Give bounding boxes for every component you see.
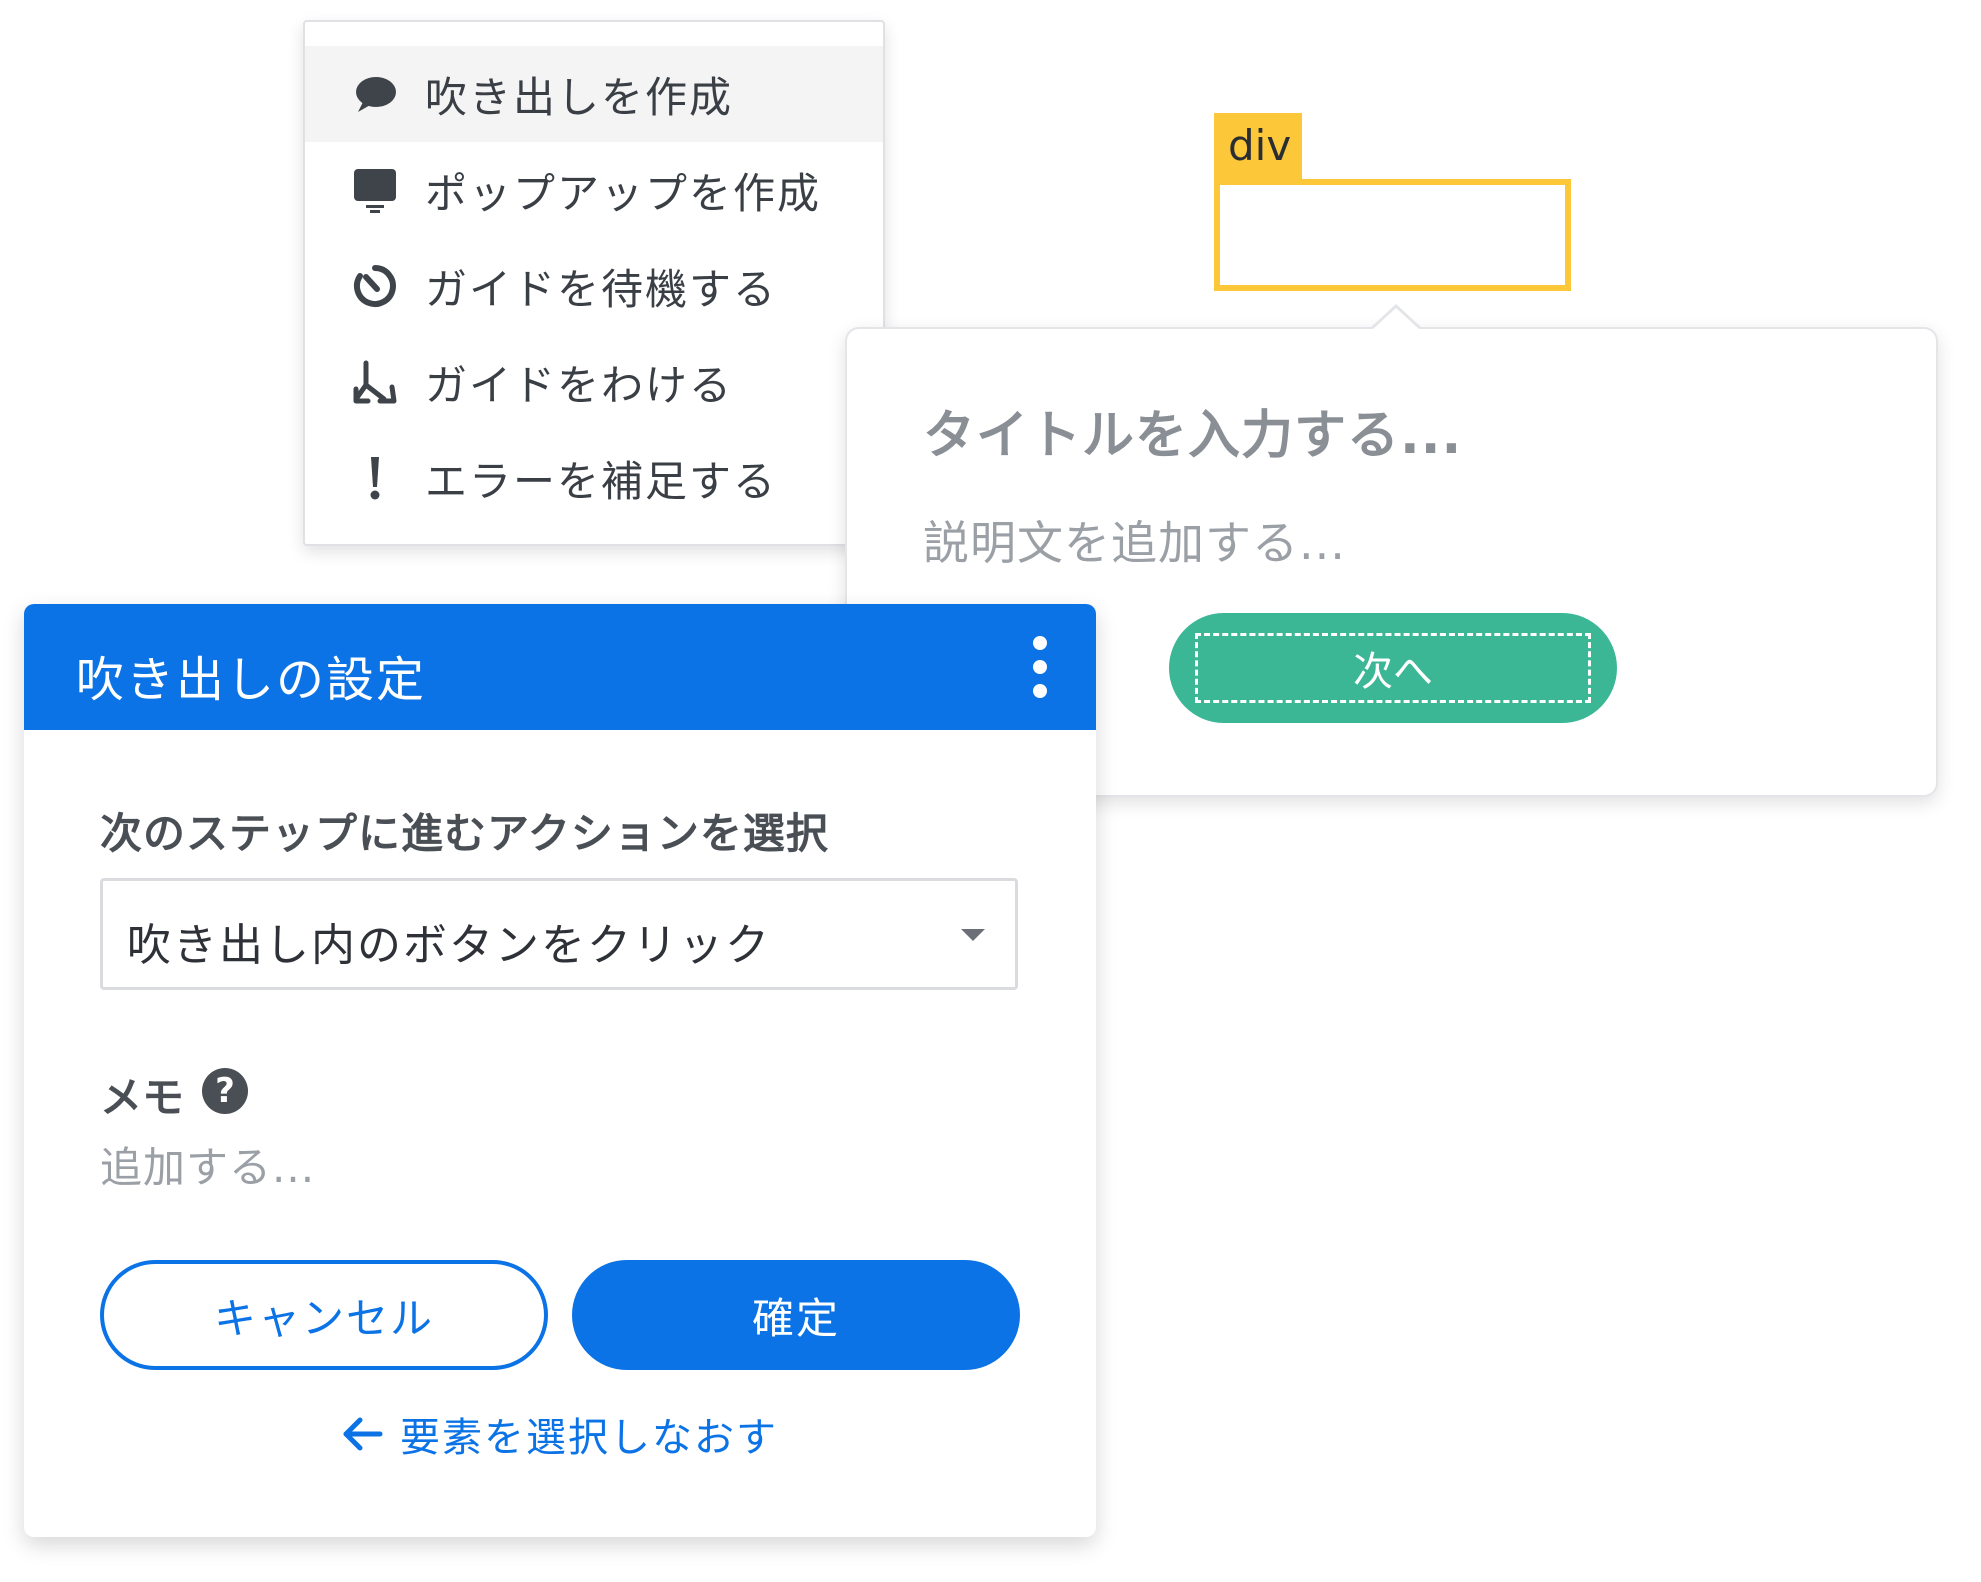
next-button-label: 次へ xyxy=(1353,649,1433,695)
context-menu: 吹き出しを作成 ポップアップを作成 ガイドを待機する ガイドをわける エラーを補… xyxy=(303,20,885,546)
tooltip-title-input[interactable]: タイトルを入力する... xyxy=(923,393,1462,468)
cancel-button[interactable]: キャンセル xyxy=(100,1260,548,1370)
panel-header: 吹き出しの設定 xyxy=(24,604,1096,730)
arrow-left-icon xyxy=(343,1417,383,1451)
help-icon[interactable]: ? xyxy=(202,1068,248,1114)
menu-item-label: ポップアップを作成 xyxy=(425,168,822,218)
menu-item-create-popup[interactable]: ポップアップを作成 xyxy=(305,142,883,238)
memo-label: メモ xyxy=(100,1073,185,1122)
panel-title: 吹き出しの設定 xyxy=(76,652,427,708)
menu-item-wait-guide[interactable]: ガイドを待機する xyxy=(305,238,883,334)
kebab-dot xyxy=(1033,636,1047,650)
menu-item-create-tooltip[interactable]: 吹き出しを作成 xyxy=(305,46,883,142)
action-select-value: 吹き出し内のボタンをクリック xyxy=(127,920,771,971)
tooltip-pointer-fill xyxy=(1372,308,1420,330)
tooltip-settings-panel: 吹き出しの設定 次のステップに進むアクションを選択 吹き出し内のボタンをクリック… xyxy=(24,604,1096,1537)
menu-item-label: 吹き出しを作成 xyxy=(425,72,734,122)
monitor-icon xyxy=(351,166,399,214)
reselect-element-link[interactable]: 要素を選択しなおす xyxy=(338,1404,778,1464)
split-arrows-icon xyxy=(351,358,399,406)
kebab-dot xyxy=(1033,684,1047,698)
more-options-icon[interactable] xyxy=(1028,634,1052,700)
speech-bubble-icon xyxy=(351,70,399,118)
menu-item-label: エラーを補足する xyxy=(425,456,778,506)
menu-item-split-guide[interactable]: ガイドをわける xyxy=(305,334,883,430)
exclamation-icon xyxy=(351,454,399,502)
memo-input[interactable]: 追加する... xyxy=(100,1134,315,1195)
confirm-button[interactable]: 確定 xyxy=(572,1260,1020,1370)
menu-item-label: ガイドをわける xyxy=(425,360,734,410)
reselect-element-label: 要素を選択しなおす xyxy=(400,1415,778,1461)
caret-down-icon xyxy=(961,929,985,941)
menu-item-capture-error[interactable]: エラーを補足する xyxy=(305,430,883,526)
kebab-dot xyxy=(1033,660,1047,674)
element-tag-label: div xyxy=(1214,113,1302,179)
action-section-label: 次のステップに進むアクションを選択 xyxy=(100,809,829,858)
next-button[interactable]: 次へ xyxy=(1169,613,1617,723)
menu-item-label: ガイドを待機する xyxy=(425,264,778,314)
target-element-highlight[interactable] xyxy=(1214,179,1571,291)
tooltip-description-input[interactable]: 説明文を追加する... xyxy=(923,507,1346,573)
timer-icon xyxy=(351,262,399,310)
action-select[interactable]: 吹き出し内のボタンをクリック xyxy=(100,878,1018,990)
